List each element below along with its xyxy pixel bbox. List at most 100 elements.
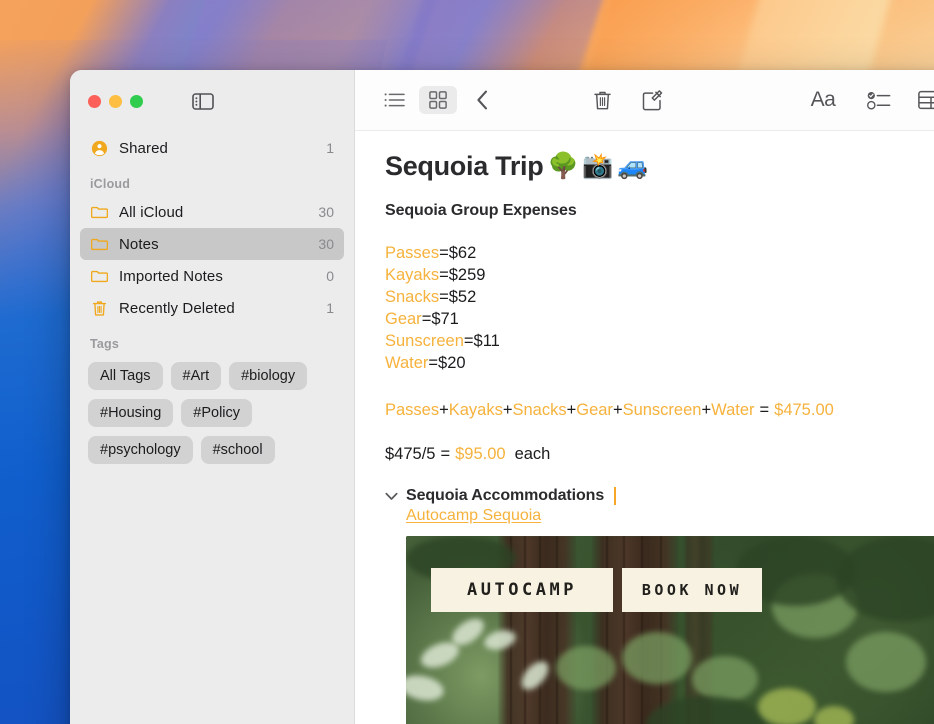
per-person-expression: $475/5 bbox=[385, 445, 436, 463]
expense-row[interactable]: Sunscreen=$11 bbox=[385, 330, 934, 352]
tree-trunk bbox=[592, 536, 678, 724]
sidebar-item-count: 30 bbox=[318, 236, 334, 252]
per-person-suffix: each bbox=[514, 445, 551, 463]
desktop-wallpaper: Shared 1 iCloud All iCloud 30 Notes 30 I… bbox=[0, 0, 934, 724]
tag-list: All Tags #Art #biology #Housing #Policy … bbox=[70, 356, 354, 464]
note-content-pane: Aa Sequoia Trip 🌳 📸 🚙 Sequoia Group Expe… bbox=[355, 70, 934, 724]
sum-term: Snacks bbox=[512, 401, 567, 419]
expense-name: Water bbox=[385, 354, 429, 372]
expense-value: $62 bbox=[448, 244, 477, 262]
tag-policy[interactable]: #Policy bbox=[181, 399, 253, 427]
tag-psychology[interactable]: #psychology bbox=[88, 436, 193, 464]
table-button[interactable] bbox=[912, 86, 934, 114]
list-view-button[interactable] bbox=[375, 86, 413, 114]
autocamp-banner[interactable]: AUTOCAMP bbox=[431, 568, 613, 612]
sidebar-item-notes[interactable]: Notes 30 bbox=[80, 228, 344, 260]
sum-operator: + bbox=[612, 401, 623, 419]
trash-icon bbox=[90, 299, 108, 317]
new-note-button[interactable] bbox=[633, 86, 671, 114]
sidebar-item-recently-deleted[interactable]: Recently Deleted 1 bbox=[80, 292, 344, 324]
sum-result: $475.00 bbox=[774, 401, 834, 419]
sum-term: Passes bbox=[385, 401, 440, 419]
sidebar-item-count: 1 bbox=[326, 140, 334, 156]
sidebar-toggle-icon[interactable] bbox=[190, 91, 216, 111]
tag-housing[interactable]: #Housing bbox=[88, 399, 174, 427]
sidebar-item-count: 1 bbox=[326, 300, 334, 316]
accommodations-header[interactable]: Sequoia Accommodations bbox=[385, 487, 934, 505]
shared-person-icon bbox=[90, 139, 108, 157]
sum-term: Sunscreen bbox=[622, 401, 702, 419]
sidebar-section-title-tags: Tags bbox=[90, 337, 120, 351]
camera-emoji: 📸 bbox=[582, 152, 614, 180]
sidebar-icloud-list: All iCloud 30 Notes 30 Imported Notes 0 … bbox=[70, 196, 354, 324]
minimize-button[interactable] bbox=[109, 94, 122, 108]
traffic-lights bbox=[88, 94, 143, 108]
sidebar-item-label: Imported Notes bbox=[119, 267, 223, 285]
foliage bbox=[556, 646, 616, 690]
note-editor[interactable]: Sequoia Trip 🌳 📸 🚙 Sequoia Group Expense… bbox=[355, 131, 934, 724]
expense-name: Gear bbox=[385, 310, 422, 328]
tag-all-tags[interactable]: All Tags bbox=[88, 362, 163, 390]
per-person-row[interactable]: $475/5 = $95.00 each bbox=[385, 443, 934, 465]
expense-row[interactable]: Snacks=$52 bbox=[385, 286, 934, 308]
expense-row[interactable]: Kayaks=$259 bbox=[385, 264, 934, 286]
format-button[interactable]: Aa bbox=[800, 86, 846, 114]
folder-icon bbox=[90, 203, 108, 221]
tag-school[interactable]: #school bbox=[200, 436, 275, 464]
expense-value: $11 bbox=[473, 332, 500, 350]
sidebar-item-count: 0 bbox=[326, 268, 334, 284]
folder-icon bbox=[90, 267, 108, 285]
expense-value: $20 bbox=[438, 354, 466, 372]
sidebar: Shared 1 iCloud All iCloud 30 Notes 30 I… bbox=[70, 70, 355, 724]
note-title[interactable]: Sequoia Trip 🌳 📸 🚙 bbox=[385, 151, 934, 182]
sidebar-item-count: 30 bbox=[318, 204, 334, 220]
foliage bbox=[622, 632, 692, 684]
sidebar-item-label: Shared bbox=[119, 139, 168, 157]
expense-row[interactable]: Water=$20 bbox=[385, 352, 934, 374]
autocamp-sequoia-link[interactable]: Autocamp Sequoia bbox=[406, 507, 541, 524]
sum-operator: + bbox=[502, 401, 513, 419]
sidebar-section-title-icloud: iCloud bbox=[90, 177, 131, 191]
foliage bbox=[846, 632, 926, 692]
book-now-banner[interactable]: BOOK NOW bbox=[622, 568, 762, 612]
folder-icon bbox=[90, 235, 108, 253]
format-label: Aa bbox=[810, 88, 836, 111]
expense-operator: = bbox=[421, 310, 432, 328]
chevron-down-icon[interactable] bbox=[385, 492, 399, 501]
expense-name: Kayaks bbox=[385, 266, 440, 284]
forest-redwood-photo[interactable]: AUTOCAMP BOOK NOW bbox=[406, 536, 934, 724]
per-person-equals: = bbox=[440, 445, 451, 463]
expense-sum-row[interactable]: Passes+Kayaks+Snacks+Gear+Sunscreen+Wate… bbox=[385, 399, 934, 421]
zoom-button[interactable] bbox=[130, 94, 143, 108]
expense-operator: = bbox=[428, 354, 439, 372]
expense-row[interactable]: Gear=$71 bbox=[385, 308, 934, 330]
sum-operator: + bbox=[439, 401, 449, 419]
delete-note-button[interactable] bbox=[583, 86, 621, 114]
expense-row[interactable]: Passes=$62 bbox=[385, 242, 934, 264]
accommodations-link-row: Autocamp Sequoia bbox=[385, 507, 934, 525]
expense-name: Passes bbox=[385, 244, 440, 262]
foliage bbox=[758, 688, 816, 724]
window-titlebar bbox=[70, 70, 354, 132]
sidebar-item-label: Recently Deleted bbox=[119, 299, 235, 317]
expense-operator: = bbox=[439, 244, 449, 262]
tag-biology[interactable]: #biology bbox=[229, 362, 308, 390]
sidebar-item-shared[interactable]: Shared 1 bbox=[80, 132, 344, 164]
close-button[interactable] bbox=[88, 94, 101, 108]
toolbar: Aa bbox=[355, 70, 934, 131]
sidebar-top-list: Shared 1 bbox=[70, 132, 354, 164]
sidebar-item-label: Notes bbox=[119, 235, 159, 253]
back-button[interactable] bbox=[463, 86, 501, 114]
gallery-view-button[interactable] bbox=[419, 86, 457, 114]
sidebar-item-all-icloud[interactable]: All iCloud 30 bbox=[80, 196, 344, 228]
notes-window: Shared 1 iCloud All iCloud 30 Notes 30 I… bbox=[70, 70, 934, 724]
sum-operator: + bbox=[701, 401, 712, 419]
checklist-button[interactable] bbox=[860, 86, 898, 114]
tag-art[interactable]: #Art bbox=[170, 362, 222, 390]
sum-operator: + bbox=[566, 401, 577, 419]
car-emoji: 🚙 bbox=[617, 152, 648, 180]
sum-term: Gear bbox=[576, 401, 613, 419]
sidebar-item-imported-notes[interactable]: Imported Notes 0 bbox=[80, 260, 344, 292]
expense-value: $71 bbox=[431, 310, 459, 328]
sidebar-item-label: All iCloud bbox=[119, 203, 184, 221]
